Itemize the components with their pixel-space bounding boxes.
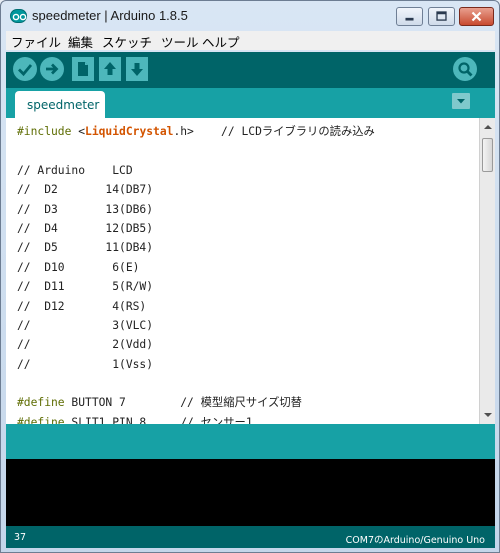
line-number: 37 xyxy=(14,532,27,543)
code-token: #define xyxy=(17,396,65,410)
code-token: // D12 4(RS) xyxy=(17,299,147,313)
menu-tools[interactable]: ツール xyxy=(161,32,199,51)
code-line: // 3(VLC) xyxy=(17,316,472,335)
menu-help[interactable]: ヘルプ xyxy=(202,32,240,51)
code-line: #define BUTTON 7 // 模型縮尺サイズ切替 xyxy=(17,393,472,412)
title-bar[interactable]: speedmeter | Arduino 1.8.5 xyxy=(1,1,499,31)
status-bar: 37 COM7のArduino/Genuino Uno xyxy=(6,526,495,548)
code-token: SLIT1_PIN 8 // センサー1 xyxy=(64,415,253,424)
maximize-icon xyxy=(436,11,447,21)
verify-button[interactable] xyxy=(13,57,37,81)
minimize-icon xyxy=(405,17,414,21)
menu-sketch[interactable]: スケッチ xyxy=(102,32,152,51)
code-token: // 3(VLC) xyxy=(17,318,154,332)
maximize-button[interactable] xyxy=(428,7,455,26)
verify-icon xyxy=(18,64,33,77)
arduino-logo-icon xyxy=(10,9,27,23)
open-icon xyxy=(104,62,116,75)
tab-bar: speedmeter xyxy=(6,88,495,118)
code-line: // D5 11(DB4) xyxy=(17,238,472,257)
code-token: LiquidCrystal xyxy=(85,125,174,138)
vertical-scrollbar[interactable] xyxy=(479,118,495,424)
code-token: // D3 13(DB6) xyxy=(17,202,154,216)
close-icon xyxy=(471,11,482,22)
new-sketch-button[interactable] xyxy=(72,57,94,81)
scroll-up-icon[interactable] xyxy=(482,122,494,132)
tab-speedmeter[interactable]: speedmeter xyxy=(15,91,105,118)
code-token: // D5 11(DB4) xyxy=(17,241,154,255)
scrollbar-thumb[interactable] xyxy=(482,138,493,172)
menu-file[interactable]: ファイル xyxy=(11,32,61,51)
new-icon xyxy=(78,62,88,76)
upload-button[interactable] xyxy=(40,57,64,81)
close-button[interactable] xyxy=(459,7,494,26)
toolbar xyxy=(6,52,495,88)
chevron-down-icon xyxy=(457,99,465,104)
code-line: #define SLIT1_PIN 8 // センサー1 xyxy=(17,413,472,424)
code-token: < xyxy=(78,125,86,138)
code-line: // D4 12(DB5) xyxy=(17,219,472,238)
save-button[interactable] xyxy=(126,57,148,81)
menu-bar: ファイル 編集 スケッチ ツール ヘルプ xyxy=(6,31,495,50)
code-token: BUTTON 7 // 模型縮尺サイズ切替 xyxy=(64,396,302,410)
code-token: // D4 12(DB5) xyxy=(17,221,154,235)
code-line: // D3 13(DB6) xyxy=(17,200,472,219)
upload-icon xyxy=(46,63,59,75)
code-text: #include <LiquidCrystal.h> // LCDライブラリの読… xyxy=(17,122,472,424)
message-bar xyxy=(6,424,495,459)
arduino-ide-window: speedmeter | Arduino 1.8.5 ファイル 編集 スケッチ … xyxy=(0,0,500,553)
serial-monitor-button[interactable] xyxy=(453,57,477,81)
code-line: // 2(Vdd) xyxy=(17,335,472,354)
scroll-down-icon[interactable] xyxy=(482,410,494,420)
board-port-info: COM7のArduino/Genuino Uno xyxy=(345,535,485,546)
code-token: .h> // LCDライブラリの読み込み xyxy=(173,125,375,138)
menu-edit[interactable]: 編集 xyxy=(68,32,93,51)
code-token: // Arduino LCD xyxy=(17,163,133,177)
code-line: // Arduino LCD xyxy=(17,161,472,180)
code-line: // 1(Vss) xyxy=(17,355,472,374)
code-line: // D10 6(E) xyxy=(17,258,472,277)
code-token: // 2(Vdd) xyxy=(17,338,154,352)
code-token: // D10 6(E) xyxy=(17,260,140,274)
code-token: #define xyxy=(17,415,65,424)
console-output[interactable] xyxy=(6,459,495,526)
serial-monitor-icon xyxy=(458,62,473,77)
window-title: speedmeter | Arduino 1.8.5 xyxy=(32,8,188,23)
code-line: #include <LiquidCrystal.h> // LCDライブラリの読… xyxy=(17,122,472,141)
code-token: // D2 14(DB7) xyxy=(17,183,154,197)
code-token: // D11 5(R/W) xyxy=(17,280,154,294)
code-editor[interactable]: #include <LiquidCrystal.h> // LCDライブラリの読… xyxy=(6,118,495,424)
tab-menu-button[interactable] xyxy=(452,93,470,109)
open-button[interactable] xyxy=(99,57,121,81)
tab-label: speedmeter xyxy=(27,98,100,112)
code-token: #include xyxy=(17,125,79,138)
code-line: // D2 14(DB7) xyxy=(17,180,472,199)
save-icon xyxy=(131,63,143,76)
code-token: // 1(Vss) xyxy=(17,357,154,371)
code-line: // D11 5(R/W) xyxy=(17,277,472,296)
code-line: // D12 4(RS) xyxy=(17,297,472,316)
minimize-button[interactable] xyxy=(396,7,423,26)
